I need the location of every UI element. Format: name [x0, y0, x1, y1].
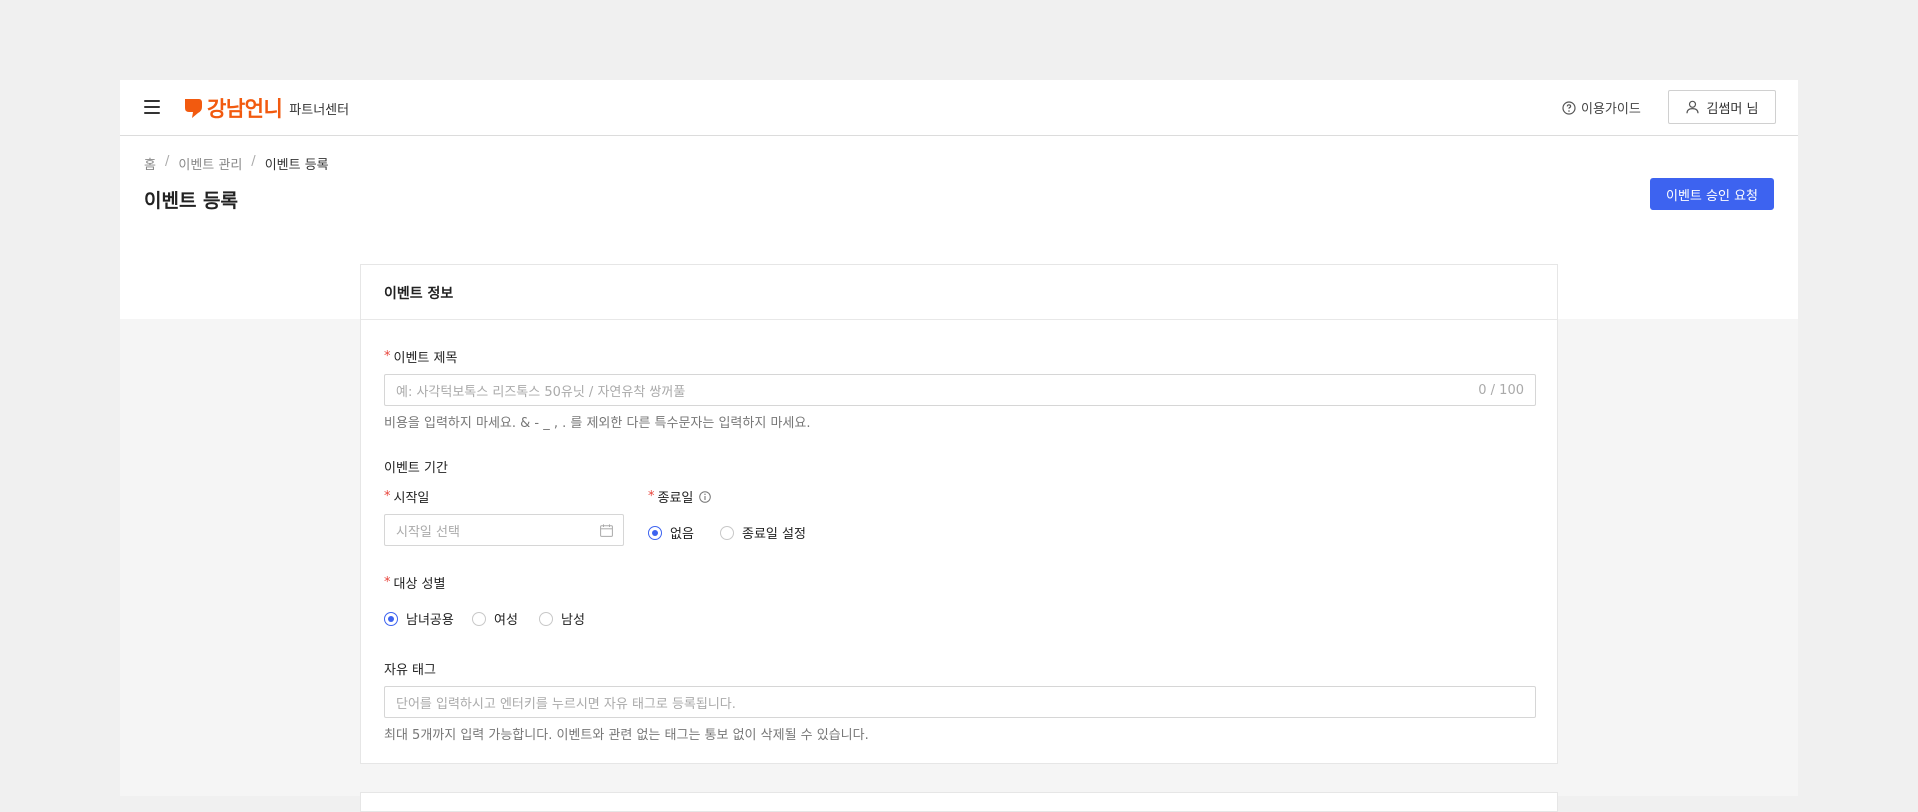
user-menu-button[interactable]: 김썸머 님 — [1668, 90, 1776, 124]
user-icon — [1685, 100, 1699, 114]
app-frame: 강남언니 파트너센터 이용가이드 김썸머 님 홈 / 이벤트 관리 / 이벤트 … — [120, 80, 1798, 812]
calendar-icon — [600, 523, 613, 537]
radio-selected[interactable] — [384, 611, 398, 626]
radio-selected[interactable] — [648, 525, 662, 540]
end-date-label: * 종료일 — [648, 487, 712, 506]
tags-label: 자유 태그 — [384, 659, 436, 678]
info-icon[interactable] — [699, 490, 712, 503]
breadcrumb: 홈 / 이벤트 관리 / 이벤트 등록 — [144, 154, 329, 173]
end-date-option-set[interactable]: 종료일 설정 — [720, 523, 806, 542]
start-date-picker[interactable]: 시작일 선택 — [384, 514, 624, 546]
radio-unselected[interactable] — [539, 611, 553, 626]
brand-subtitle: 파트너센터 — [289, 102, 350, 118]
gender-label: * 대상 성별 — [384, 573, 445, 592]
end-date-label-text: 종료일 — [657, 491, 694, 506]
guide-label: 이용가이드 — [1581, 102, 1641, 117]
radio-label: 종료일 설정 — [742, 527, 806, 542]
top-navigation-bar: 강남언니 파트너센터 이용가이드 김썸머 님 — [120, 80, 1798, 136]
start-date-label-text: 시작일 — [393, 491, 430, 506]
next-section-card — [360, 792, 1558, 812]
breadcrumb-current: 이벤트 등록 — [264, 158, 329, 173]
event-title-help: 비용을 입력하지 마세요. & - _ , . 를 제외한 다른 특수문자는 입… — [384, 416, 811, 431]
radio-label: 남녀공용 — [406, 613, 454, 628]
event-title-label: * 이벤트 제목 — [384, 347, 457, 366]
required-mark: * — [384, 575, 391, 590]
breadcrumb-home[interactable]: 홈 — [144, 154, 156, 173]
event-title-placeholder: 예: 사각턱보톡스 리즈톡스 50유닛 / 자연유착 쌍꺼풀 — [396, 384, 686, 400]
start-date-label: * 시작일 — [384, 487, 429, 506]
end-date-option-none[interactable]: 없음 — [648, 523, 694, 542]
radio-unselected[interactable] — [472, 611, 486, 626]
required-mark: * — [648, 489, 655, 504]
required-mark: * — [384, 489, 391, 504]
gender-label-text: 대상 성별 — [393, 577, 446, 592]
gender-option-male[interactable]: 남성 — [539, 609, 585, 628]
divider — [361, 319, 1557, 320]
tags-placeholder: 단어를 입력하시고 엔터키를 누르시면 자유 태그로 등록됩니다. — [396, 696, 736, 712]
event-title-label-text: 이벤트 제목 — [393, 351, 458, 366]
menu-icon[interactable] — [144, 100, 160, 114]
tags-label-text: 자유 태그 — [384, 663, 436, 678]
radio-label: 없음 — [670, 527, 694, 542]
help-circle-icon — [1562, 100, 1576, 115]
card-title: 이벤트 정보 — [384, 286, 454, 302]
required-mark: * — [384, 349, 391, 364]
radio-unselected[interactable] — [720, 525, 734, 540]
gender-option-female[interactable]: 여성 — [472, 609, 518, 628]
event-title-input[interactable]: 예: 사각턱보톡스 리즈톡스 50유닛 / 자연유착 쌍꺼풀 0 / 100 — [384, 374, 1536, 406]
guide-link[interactable]: 이용가이드 — [1562, 98, 1641, 117]
event-info-card: 이벤트 정보 * 이벤트 제목 예: 사각턱보톡스 리즈톡스 50유닛 / 자연… — [360, 264, 1558, 764]
brand-logo[interactable]: 강남언니 파트너센터 — [183, 94, 349, 122]
brand-name: 강남언니 — [207, 97, 283, 121]
start-date-placeholder: 시작일 선택 — [396, 524, 460, 540]
breadcrumb-separator: / — [164, 154, 170, 169]
user-name: 김썸머 님 — [1706, 101, 1759, 117]
page-title: 이벤트 등록 — [144, 190, 239, 212]
tags-help: 최대 5개까지 입력 가능합니다. 이벤트와 관련 없는 태그는 통보 없이 삭… — [384, 728, 869, 743]
gender-option-unisex[interactable]: 남녀공용 — [384, 609, 454, 628]
tags-input[interactable]: 단어를 입력하시고 엔터키를 누르시면 자유 태그로 등록됩니다. — [384, 686, 1536, 718]
breadcrumb-separator: / — [251, 154, 256, 169]
radio-label: 남성 — [561, 613, 585, 628]
request-approval-button[interactable]: 이벤트 승인 요청 — [1650, 178, 1774, 210]
radio-label: 여성 — [494, 613, 518, 628]
logo-mark-icon — [185, 99, 202, 118]
event-period-label-text: 이벤트 기간 — [384, 461, 448, 476]
char-counter: 0 / 100 — [1478, 382, 1524, 398]
event-period-label: 이벤트 기간 — [384, 457, 448, 476]
breadcrumb-event-management[interactable]: 이벤트 관리 — [178, 154, 242, 173]
